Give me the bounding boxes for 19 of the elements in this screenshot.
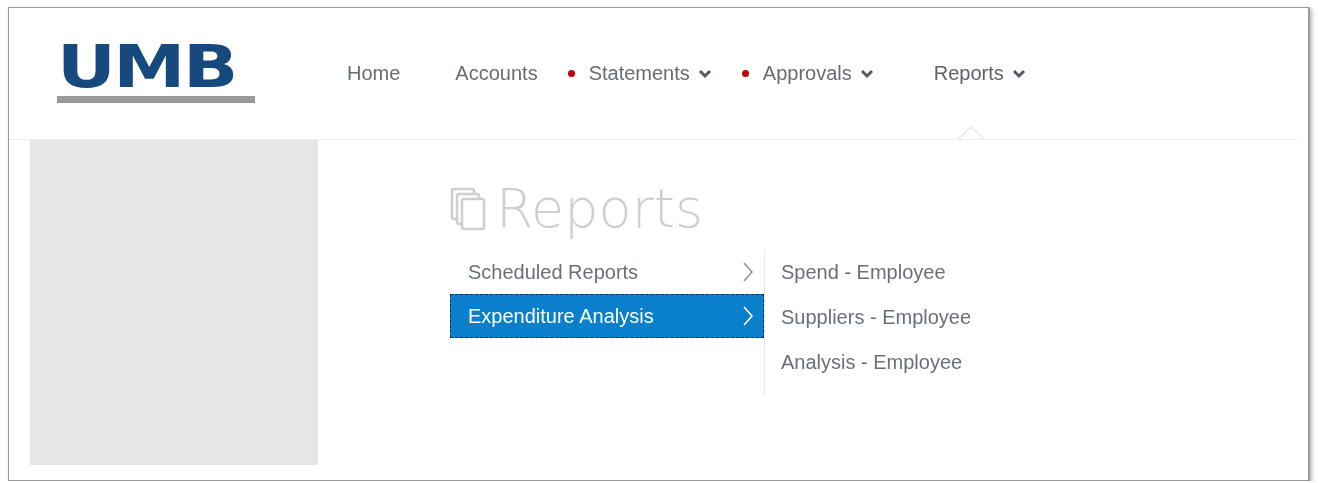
nav-link[interactable]: Statements: [567, 8, 712, 139]
chevron-right-icon: [743, 306, 753, 326]
submenu-link[interactable]: Suppliers - Employee: [781, 295, 972, 340]
chevron-down-icon: [859, 68, 874, 79]
nav-link[interactable]: Accounts: [455, 8, 538, 139]
alert-dot: [567, 70, 575, 77]
logo-text: UMB: [57, 44, 237, 91]
alert-dot: [741, 70, 749, 77]
nav-link[interactable]: Home: [347, 8, 401, 139]
nav-link[interactable]: Approvals: [741, 8, 874, 139]
submenu-link[interactable]: Spend - Employee: [781, 250, 972, 295]
menu-item[interactable]: Scheduled Reports: [450, 250, 764, 294]
chevron-down-icon: [1011, 68, 1026, 79]
submenu-link[interactable]: Analysis - Employee: [781, 340, 972, 385]
nav-link[interactable]: Reports: [933, 8, 1026, 139]
menu-item[interactable]: Expenditure Analysis: [450, 294, 764, 338]
chevron-down-icon: [697, 68, 712, 79]
chevron-right-icon: [743, 262, 753, 282]
documents-icon: [450, 187, 486, 231]
